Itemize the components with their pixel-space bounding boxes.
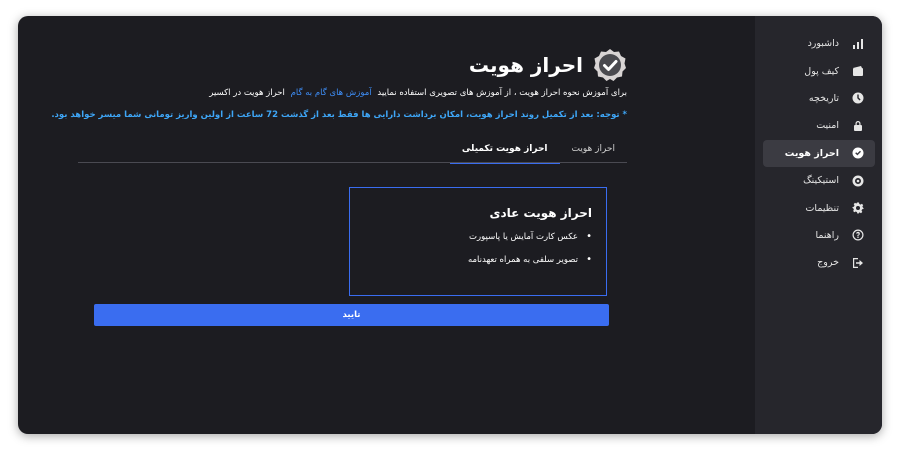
tutorial-link[interactable]: آموزش های گام به گام (291, 88, 372, 98)
wallet-icon (851, 64, 865, 78)
gear-icon (851, 201, 865, 215)
verification-tabs: احراز هویت احراز هویت تکمیلی (449, 138, 627, 164)
lock-icon (851, 119, 865, 133)
intro-after: احراز هویت در اکسیر (209, 88, 285, 98)
sidebar-item-settings[interactable]: تنظیمات (763, 194, 875, 221)
page-header: احراز هویت (469, 48, 627, 82)
sidebar-item-label: کیف پول (804, 65, 839, 77)
sidebar-item-staking[interactable]: استیکینگ (763, 167, 875, 194)
requirements-list: عکس کارت آمایش یا پاسپورت تصویر سلفی به … (364, 231, 592, 265)
verification-requirements-card: احراز هویت عادی عکس کارت آمایش یا پاسپور… (349, 187, 607, 296)
sidebar-item-label: امنیت (816, 120, 839, 132)
sidebar-item-label: تاریخچه (808, 92, 839, 104)
sidebar-item-label: داشبورد (807, 38, 839, 50)
tabs-divider (78, 162, 627, 163)
staking-icon (851, 174, 865, 188)
app-window: داشبورد کیف پول تاریخچه امنیت احراز هویت… (18, 16, 882, 434)
page-title: احراز هویت (468, 53, 583, 77)
tab-basic-verification[interactable]: احراز هویت (560, 138, 627, 164)
list-item: تصویر سلفی به همراه تعهدنامه (364, 254, 592, 265)
sidebar: داشبورد کیف پول تاریخچه امنیت احراز هویت… (755, 16, 882, 434)
sidebar-item-verification[interactable]: احراز هویت (763, 139, 875, 167)
help-icon (851, 228, 865, 242)
sidebar-item-label: احراز هویت (784, 147, 839, 159)
sidebar-item-label: استیکینگ (803, 175, 839, 187)
verified-badge-icon (594, 49, 626, 81)
list-item: عکس کارت آمایش یا پاسپورت (364, 231, 592, 242)
verified-check-icon (851, 146, 865, 160)
sidebar-item-wallet[interactable]: کیف پول (763, 57, 875, 84)
intro-before: برای آموزش نحوه احراز هویت ، از آموزش ها… (377, 88, 627, 98)
sidebar-item-help[interactable]: راهنما (763, 222, 875, 249)
main-content: احراز هویت برای آموزش نحوه احراز هویت ، … (18, 16, 755, 434)
bar-chart-icon (851, 37, 865, 51)
confirm-button[interactable]: تایید (94, 304, 609, 326)
sidebar-item-logout[interactable]: خروج (763, 249, 875, 276)
clock-icon (851, 91, 865, 105)
sidebar-item-security[interactable]: امنیت (763, 112, 875, 139)
sidebar-item-label: خروج (817, 257, 839, 269)
intro-text: برای آموزش نحوه احراز هویت ، از آموزش ها… (209, 88, 627, 98)
card-title: احراز هویت عادی (489, 206, 592, 220)
withdrawal-note: * توجه: بعد از تکمیل روند احراز هویت، ام… (51, 110, 627, 120)
sidebar-item-dashboard[interactable]: داشبورد (763, 30, 875, 57)
logout-icon (851, 256, 865, 270)
sidebar-item-history[interactable]: تاریخچه (763, 85, 875, 112)
tab-advanced-verification[interactable]: احراز هویت تکمیلی (449, 138, 560, 164)
sidebar-item-label: راهنما (815, 229, 840, 241)
sidebar-item-label: تنظیمات (805, 202, 839, 214)
